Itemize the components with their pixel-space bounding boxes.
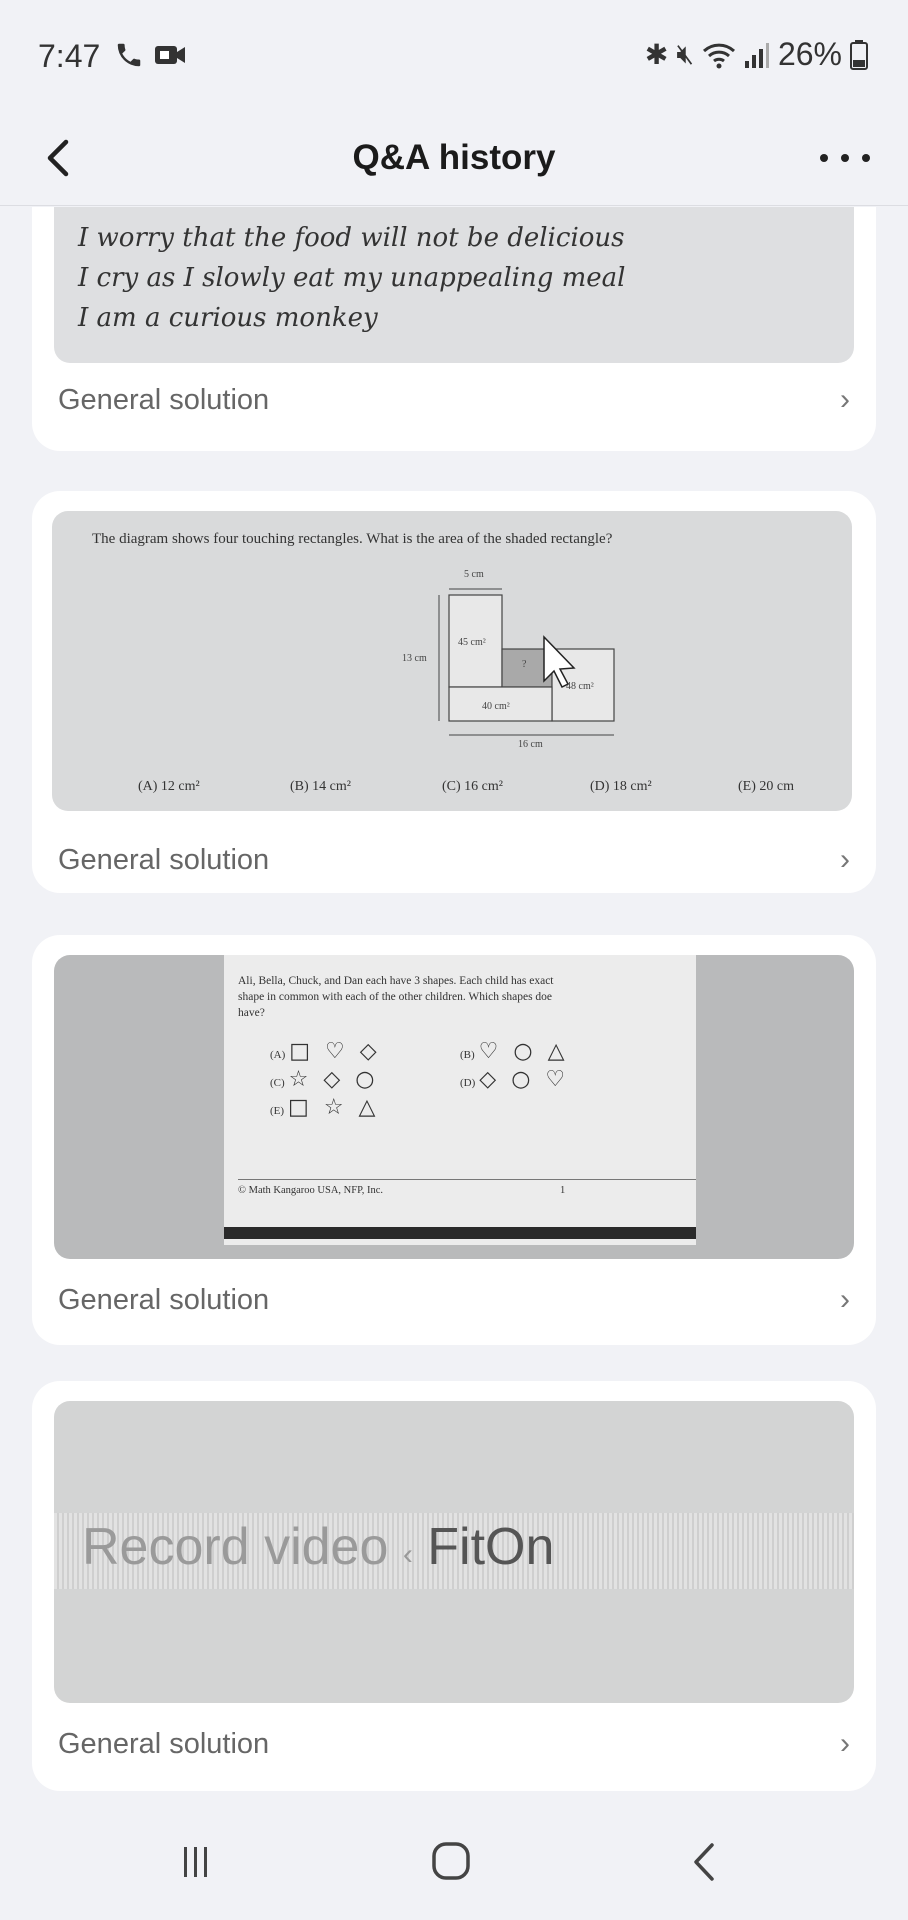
chevron-right-icon: › <box>840 383 850 416</box>
question-image: The diagram shows four touching rectangl… <box>52 511 852 811</box>
question-line: shape in common with each of the other c… <box>238 991 553 1003</box>
history-card[interactable]: I worry that the food will not be delici… <box>32 207 876 451</box>
more-dot <box>862 154 870 162</box>
history-card[interactable]: Record video ‹ FitOn General solution › <box>32 1381 876 1791</box>
separator-text: ‹ <box>402 1538 413 1571</box>
option-letter: (C) <box>270 1077 285 1089</box>
status-time: 7:47 <box>38 38 101 74</box>
answer-option: (D) 18 cm² <box>590 779 652 794</box>
history-list[interactable]: I worry that the food will not be delici… <box>0 207 908 1797</box>
monitor-edge <box>224 1227 696 1239</box>
diagram-label: ? <box>522 659 527 670</box>
diagram-label: 13 cm <box>402 653 427 664</box>
divider <box>238 1179 696 1180</box>
general-solution-row[interactable]: General solution › <box>58 1719 850 1769</box>
diagram-label: 48 cm² <box>566 681 594 692</box>
page-number: 1 <box>560 1185 566 1196</box>
diagram-label: 45 cm² <box>458 637 486 648</box>
fiton-text: FitOn <box>427 1518 555 1576</box>
shape-option: (E) □ ☆ △ <box>270 1095 379 1120</box>
question-image: Record video ‹ FitOn <box>54 1401 854 1703</box>
page-title: Q&A history <box>352 138 556 177</box>
history-card[interactable]: Ali, Bella, Chuck, and Dan each have 3 s… <box>32 935 876 1345</box>
shape-option: (C) ☆ ◇ ○ <box>270 1067 379 1092</box>
general-solution-row[interactable]: General solution › <box>58 1275 850 1325</box>
bluetooth-icon: ✱ <box>644 39 669 70</box>
navigation-bar <box>0 1797 908 1920</box>
general-solution-row[interactable]: General solution › <box>58 835 850 885</box>
rectangles-diagram <box>438 588 615 736</box>
back-nav-button[interactable] <box>676 1837 736 1887</box>
signal-icon <box>744 42 769 68</box>
battery-percent: 26% <box>777 36 842 72</box>
status-right: ✱ 🔇︎ 26% <box>645 36 868 73</box>
video-icon <box>155 46 185 64</box>
mute-icon: 🔇︎ <box>676 38 694 69</box>
chevron-right-icon: › <box>840 1727 850 1760</box>
shape-option: (B) ♡ ○ △ <box>460 1039 569 1064</box>
solution-label: General solution <box>58 383 270 416</box>
solution-label: General solution <box>58 1727 270 1760</box>
chevron-right-icon: › <box>840 1283 850 1316</box>
option-letter: (A) <box>270 1049 286 1061</box>
history-card[interactable]: The diagram shows four touching rectangl… <box>32 491 876 893</box>
answer-option: (E) 20 cm <box>738 779 794 794</box>
solution-label: General solution <box>58 843 270 876</box>
diagram-label: 40 cm² <box>482 701 510 712</box>
app-header: Q&A history <box>0 110 908 206</box>
chevron-right-icon: › <box>840 843 850 876</box>
question-image: I worry that the food will not be delici… <box>54 207 854 363</box>
home-button[interactable] <box>420 1837 480 1887</box>
handwriting-line: I am a curious monkey <box>78 303 378 333</box>
copyright-text: © Math Kangaroo USA, NFP, Inc. <box>238 1185 384 1196</box>
general-solution-row[interactable]: General solution › <box>58 375 850 425</box>
back-icon <box>694 1843 714 1881</box>
option-shapes: ♡ ○ △ <box>478 1039 569 1064</box>
option-letter: (E) <box>270 1105 285 1117</box>
worksheet-paper: Ali, Bella, Chuck, and Dan each have 3 s… <box>224 955 696 1245</box>
status-bar: 7:47 ✱ 🔇︎ 26% <box>0 0 908 110</box>
answer-option: (A) 12 cm² <box>138 779 200 794</box>
question-image: Ali, Bella, Chuck, and Dan each have 3 s… <box>54 955 854 1259</box>
battery-icon <box>850 39 868 70</box>
option-shapes: □ ☆ △ <box>288 1095 380 1120</box>
captured-text: Record video ‹ FitOn <box>82 1517 554 1577</box>
diagram-label: 5 cm <box>464 569 484 580</box>
answer-option: (C) 16 cm² <box>442 779 503 794</box>
diagram-label: 16 cm <box>518 739 543 750</box>
option-letter: (D) <box>460 1077 476 1089</box>
question-line: have? <box>238 1007 265 1019</box>
option-letter: (B) <box>460 1049 475 1061</box>
recent-apps-button[interactable] <box>166 1837 226 1887</box>
phone-icon <box>117 43 141 67</box>
recent-apps-icon <box>184 1847 207 1877</box>
wifi-icon <box>702 43 735 68</box>
home-icon <box>432 1842 470 1880</box>
question-line: Ali, Bella, Chuck, and Dan each have 3 s… <box>238 975 554 987</box>
shape-option: (A) □ ♡ ◇ <box>270 1039 381 1064</box>
answer-option: (B) 14 cm² <box>290 779 351 794</box>
handwriting-line: I cry as I slowly eat my unappealing mea… <box>78 263 626 293</box>
shape-option: (D) ◇ ○ ♡ <box>460 1067 569 1092</box>
handwriting-line: I worry that the food will not be delici… <box>78 223 625 253</box>
option-shapes: □ ♡ ◇ <box>289 1039 381 1064</box>
status-left-icons <box>114 40 186 70</box>
more-options-button[interactable] <box>820 138 870 178</box>
solution-label: General solution <box>58 1283 270 1316</box>
record-video-text: Record video <box>82 1518 389 1576</box>
more-dot <box>841 154 849 162</box>
option-shapes: ◇ ○ ♡ <box>479 1067 570 1092</box>
option-shapes: ☆ ◇ ○ <box>288 1067 379 1092</box>
more-dots-icon <box>820 154 828 162</box>
